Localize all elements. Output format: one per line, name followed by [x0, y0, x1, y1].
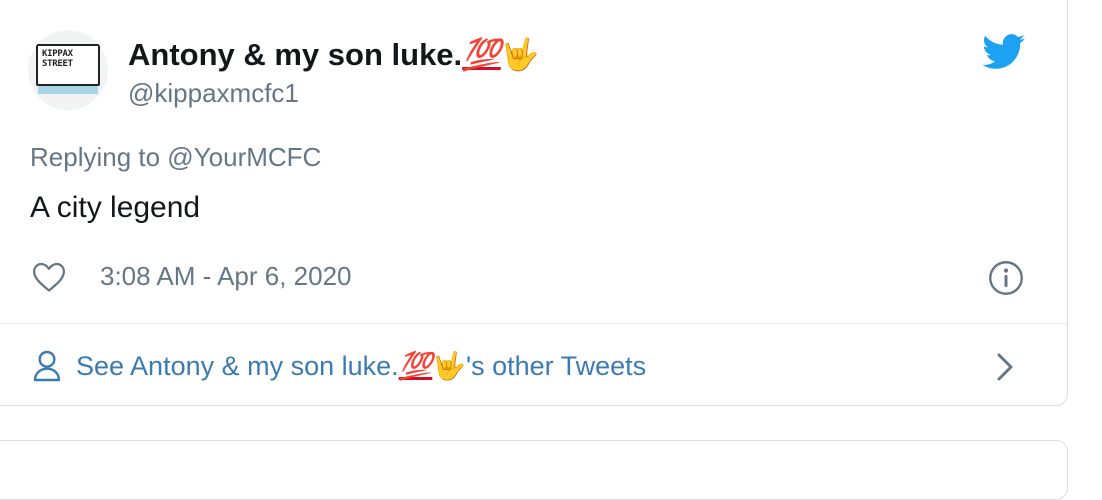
person-icon: [33, 350, 61, 382]
next-tweet-card: [0, 440, 1068, 500]
see-prefix: See Antony & my son luke.: [76, 351, 399, 381]
avatar-sign: KIPPAX STREET: [36, 44, 100, 86]
author-handle[interactable]: @kippaxmcfc1: [128, 78, 299, 109]
heart-icon[interactable]: [32, 261, 66, 293]
love-you-gesture-emoji: 🤟: [500, 37, 540, 72]
tweet-timestamp[interactable]: 3:08 AM - Apr 6, 2020: [100, 261, 352, 292]
tweet-text: A city legend: [30, 191, 201, 224]
avatar[interactable]: KIPPAX STREET: [28, 30, 108, 110]
author-display-name[interactable]: Antony & my son luke.💯🤟: [128, 36, 539, 73]
see-suffix: 's other Tweets: [465, 351, 647, 381]
hundred-points-emoji: 💯: [398, 351, 433, 381]
see-other-tweets-link[interactable]: See Antony & my son luke.💯🤟's other Twee…: [0, 324, 1068, 406]
replying-to-text[interactable]: Replying to @YourMCFC: [30, 142, 321, 173]
see-other-tweets-text: See Antony & my son luke.💯🤟's other Twee…: [76, 350, 646, 382]
info-icon[interactable]: [988, 260, 1024, 296]
chevron-right-icon: [997, 353, 1013, 381]
hundred-points-emoji: 💯: [462, 37, 501, 72]
twitter-bird-icon[interactable]: [982, 34, 1026, 70]
avatar-sign-strip: [38, 86, 98, 94]
author-name-text: Antony & my son luke.: [128, 37, 463, 72]
love-you-gesture-emoji: 🤟: [432, 351, 466, 381]
